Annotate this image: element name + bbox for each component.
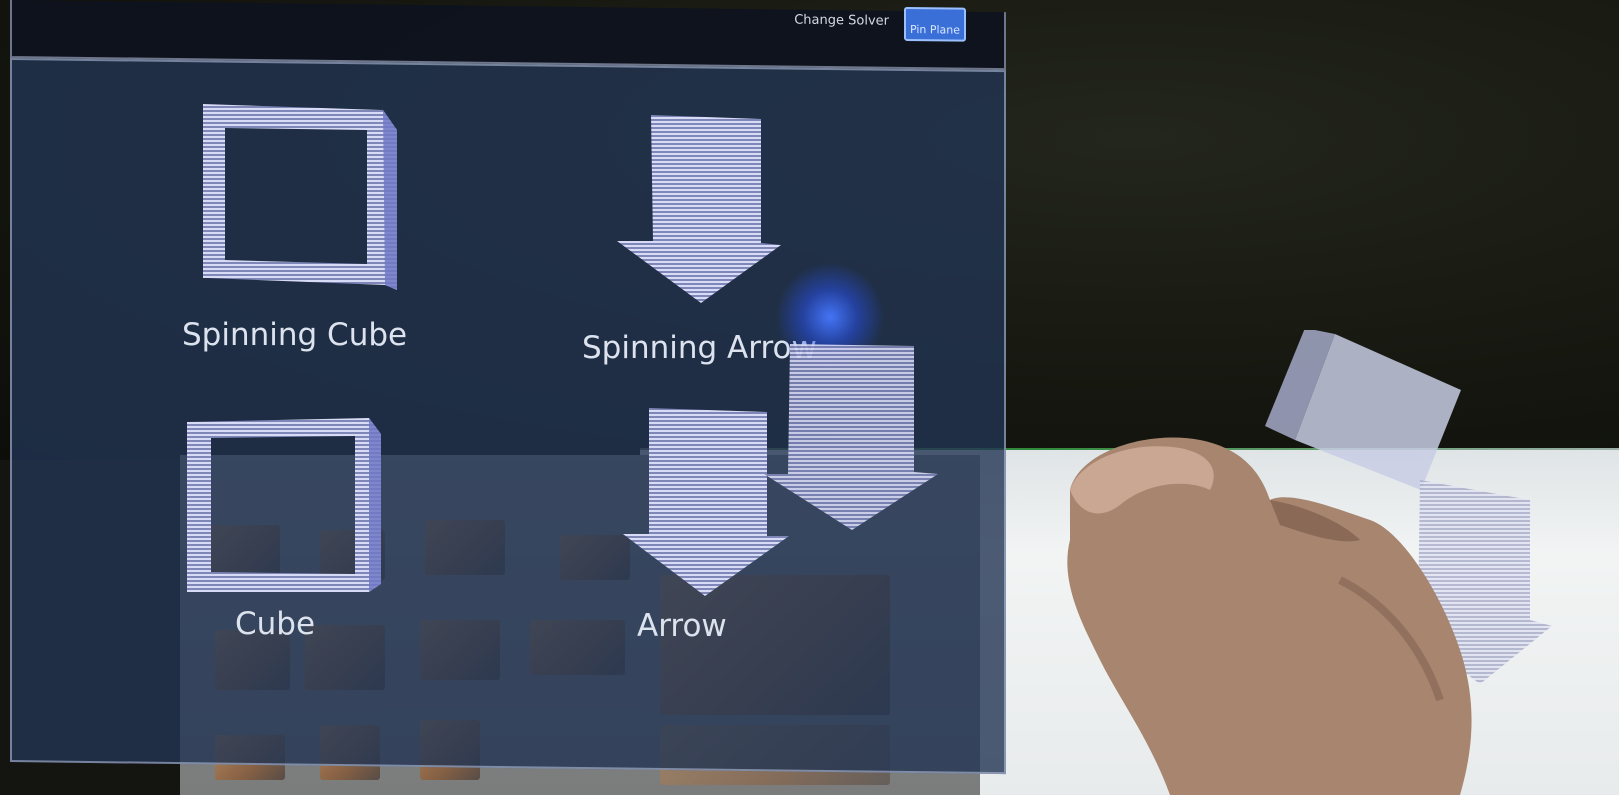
pin-plane-label: Pin Plane — [909, 22, 961, 37]
change-solver-button[interactable]: Change Solver — [794, 13, 889, 29]
tile-label: Cube — [235, 606, 316, 642]
tile-label: Spinning Cube — [182, 317, 408, 353]
tile-spinning-cube[interactable]: Spinning Cube — [170, 95, 460, 370]
cube-icon — [203, 104, 397, 290]
user-hand — [1067, 437, 1472, 795]
cube-icon — [187, 418, 381, 592]
tile-label: Arrow — [637, 608, 727, 644]
tile-cube[interactable]: Cube — [175, 410, 405, 660]
pin-plane-button[interactable]: Pin Plane — [904, 6, 966, 42]
arrow-down-icon — [617, 115, 781, 303]
arrow-down-icon[interactable] — [760, 340, 950, 540]
